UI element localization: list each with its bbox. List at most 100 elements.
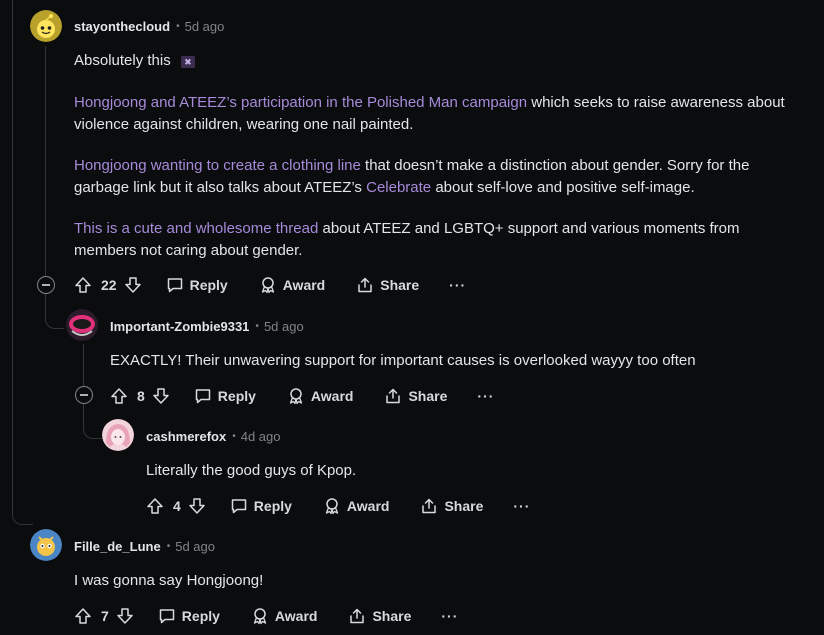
- award-button[interactable]: Award: [259, 276, 326, 294]
- avatar[interactable]: [66, 309, 98, 341]
- comment-actions: 7 Reply Award Share ···: [74, 603, 458, 629]
- comment-age: 5d ago: [263, 318, 304, 334]
- thread-line-root: [45, 46, 46, 276]
- profile-avatar-icon: [102, 419, 134, 451]
- reply-button[interactable]: Reply: [158, 607, 220, 625]
- comment-paragraph: Absolutely this ✖: [74, 50, 794, 72]
- separator-dot: •: [232, 430, 236, 442]
- award-icon: [259, 276, 277, 294]
- share-label: Share: [380, 277, 420, 293]
- award-button[interactable]: Award: [251, 607, 318, 625]
- collapse-thread-button[interactable]: [37, 276, 55, 294]
- share-icon: [356, 276, 374, 294]
- more-options-button[interactable]: ···: [449, 277, 466, 293]
- reply-button[interactable]: Reply: [230, 497, 292, 515]
- vote-count: 4: [173, 498, 181, 514]
- award-icon: [287, 387, 305, 405]
- avatar[interactable]: [102, 419, 134, 451]
- paragraph-text: about self-love and positive self-image.: [431, 179, 695, 196]
- reply-label: Reply: [217, 388, 256, 404]
- upvote-icon[interactable]: [74, 607, 92, 625]
- upvote-icon[interactable]: [146, 497, 164, 515]
- more-options-button[interactable]: ···: [513, 498, 530, 514]
- more-options-button[interactable]: ···: [441, 608, 458, 624]
- avatar[interactable]: [30, 529, 62, 561]
- comment-text: EXACTLY! Their unwavering support for im…: [110, 352, 696, 369]
- share-icon: [348, 607, 366, 625]
- comment-meta: Important-Zombie9331 • 5d ago: [110, 316, 304, 336]
- vote-count: 7: [101, 608, 109, 624]
- comment-link[interactable]: Hongjoong and ATEEZ’s participation in t…: [74, 94, 527, 111]
- thread-connector: [83, 404, 102, 439]
- comment-actions: 8 Reply Award Share ···: [110, 383, 494, 409]
- comment-meta: stayonthecloud • 5d ago: [74, 16, 224, 36]
- comment-text: I was gonna say Hongjoong!: [74, 572, 264, 589]
- reply-button[interactable]: Reply: [166, 276, 228, 294]
- comment-paragraph: Hongjoong wanting to create a clothing l…: [74, 155, 804, 199]
- share-label: Share: [408, 388, 448, 404]
- award-icon: [251, 607, 269, 625]
- separator-dot: •: [166, 540, 171, 552]
- award-label: Award: [310, 388, 354, 404]
- separator-dot: •: [176, 20, 180, 32]
- comment-author[interactable]: stayonthecloud: [74, 19, 170, 34]
- reply-label: Reply: [253, 498, 292, 514]
- separator-dot: •: [255, 320, 259, 332]
- reply-button[interactable]: Reply: [194, 387, 256, 405]
- comment-paragraph: This is a cute and wholesome thread abou…: [74, 218, 794, 262]
- share-button[interactable]: Share: [420, 497, 483, 515]
- award-button[interactable]: Award: [287, 387, 354, 405]
- snoo-avatar-icon: [30, 10, 62, 42]
- comment-bubble-icon: [166, 276, 184, 294]
- emoji-icon: ✖: [180, 56, 195, 68]
- reply-label: Reply: [181, 608, 220, 624]
- comment-bubble-icon: [194, 387, 212, 405]
- share-icon: [384, 387, 402, 405]
- share-icon: [420, 497, 438, 515]
- award-label: Award: [282, 277, 326, 293]
- comment-actions: 4 Reply Award Share ···: [146, 493, 530, 519]
- collapse-thread-button[interactable]: [75, 386, 93, 404]
- comment-link[interactable]: This is a cute and wholesome thread: [74, 220, 318, 237]
- comment-author[interactable]: cashmerefox: [146, 429, 226, 444]
- award-icon: [323, 497, 341, 515]
- comment-bubble-icon: [158, 607, 176, 625]
- share-button[interactable]: Share: [384, 387, 447, 405]
- vote-count: 22: [101, 277, 117, 293]
- comment-age: 5d ago: [175, 538, 215, 554]
- thread-line-reply: [83, 344, 84, 388]
- profile-avatar-icon: [30, 529, 62, 561]
- vote-count: 8: [137, 388, 145, 404]
- upvote-icon[interactable]: [110, 387, 128, 405]
- downvote-icon[interactable]: [124, 276, 142, 294]
- downvote-icon[interactable]: [116, 607, 134, 625]
- comment-author[interactable]: Fille_de_Lune: [74, 539, 161, 554]
- comment-author[interactable]: Important-Zombie9331: [110, 319, 249, 334]
- comment-meta: Fille_de_Lune • 5d ago: [74, 536, 215, 556]
- share-label: Share: [444, 498, 484, 514]
- comment-actions: 22 Reply Award Share ···: [74, 272, 466, 298]
- comment-paragraph: Hongjoong and ATEEZ’s participation in t…: [74, 92, 794, 136]
- award-button[interactable]: Award: [323, 497, 390, 515]
- thread-line-root-continue: [12, 0, 13, 504]
- reply-label: Reply: [189, 277, 228, 293]
- comment-age: 5d ago: [184, 18, 225, 34]
- comment-link[interactable]: Celebrate: [366, 179, 431, 196]
- downvote-icon[interactable]: [188, 497, 206, 515]
- comment-bubble-icon: [230, 497, 248, 515]
- profile-avatar-icon: [66, 309, 98, 341]
- upvote-icon[interactable]: [74, 276, 92, 294]
- paragraph-text: Absolutely this: [74, 52, 171, 69]
- comment-link[interactable]: Hongjoong wanting to create a clothing l…: [74, 157, 361, 174]
- share-label: Share: [372, 608, 412, 624]
- comment-meta: cashmerefox • 4d ago: [146, 426, 281, 446]
- award-label: Award: [346, 498, 390, 514]
- more-options-button[interactable]: ···: [477, 388, 494, 404]
- share-button[interactable]: Share: [356, 276, 419, 294]
- share-button[interactable]: Share: [348, 607, 411, 625]
- downvote-icon[interactable]: [152, 387, 170, 405]
- thread-connector: [45, 292, 64, 329]
- avatar[interactable]: [30, 10, 62, 42]
- comment-age: 4d ago: [240, 428, 281, 444]
- award-label: Award: [274, 608, 318, 624]
